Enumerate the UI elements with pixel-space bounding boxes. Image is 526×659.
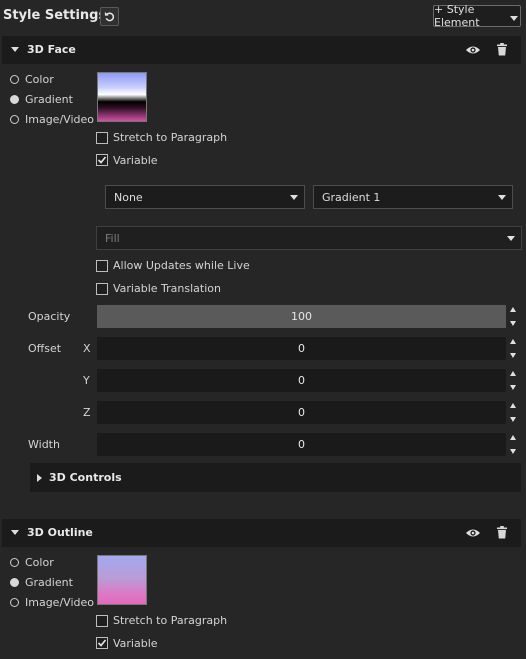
section-header-3d-outline[interactable]: 3D Outline — [2, 519, 521, 547]
offset-x-stepper[interactable] — [509, 337, 518, 360]
variable-checkbox[interactable] — [96, 154, 108, 166]
undo-icon — [104, 11, 115, 22]
select-placeholder: Fill — [105, 231, 120, 245]
stretch-to-paragraph-label: Stretch to Paragraph — [113, 614, 228, 627]
offset-z-field[interactable]: 0 — [97, 401, 506, 424]
checkmark-icon — [97, 156, 107, 164]
stretch-to-paragraph-checkbox[interactable] — [96, 615, 108, 627]
chevron-down-icon — [290, 195, 298, 200]
3d-controls-header[interactable]: 3D Controls — [30, 463, 521, 492]
variable-translation-checkbox[interactable] — [96, 283, 108, 295]
chevron-down-icon[interactable] — [510, 16, 518, 21]
eye-icon[interactable] — [465, 44, 481, 56]
offset-y-label: Y — [83, 374, 90, 387]
arrow-down-icon[interactable] — [510, 353, 516, 358]
arrow-up-icon[interactable] — [510, 371, 516, 376]
variable-checkbox[interactable] — [96, 637, 108, 649]
radio-label-color: Color — [25, 73, 54, 86]
select-value: None — [114, 190, 143, 204]
trash-icon[interactable] — [496, 43, 508, 56]
radio-color[interactable] — [10, 558, 19, 567]
radio-image-video[interactable] — [10, 115, 19, 124]
chevron-down-icon — [498, 195, 506, 200]
offset-z-stepper[interactable] — [509, 401, 518, 424]
chevron-right-icon[interactable] — [37, 474, 42, 482]
stretch-to-paragraph-label: Stretch to Paragraph — [113, 131, 228, 144]
variable-source-select[interactable]: None — [105, 185, 305, 209]
select-value: Gradient 1 — [322, 190, 381, 204]
radio-label-gradient: Gradient — [25, 93, 73, 106]
arrow-down-icon[interactable] — [510, 449, 516, 454]
radio-color[interactable] — [10, 75, 19, 84]
offset-x-label: X — [83, 342, 91, 355]
arrow-down-icon[interactable] — [510, 385, 516, 390]
opacity-slider[interactable]: 100 — [97, 305, 506, 328]
allow-updates-label: Allow Updates while Live — [113, 259, 250, 272]
section-header-3d-face[interactable]: 3D Face — [2, 36, 521, 64]
checkmark-icon — [97, 639, 107, 647]
radio-label-gradient: Gradient — [25, 576, 73, 589]
stretch-to-paragraph-checkbox[interactable] — [96, 132, 108, 144]
radio-label-image-video: Image/Video — [25, 113, 94, 126]
offset-label: Offset — [28, 342, 62, 355]
3d-controls-title: 3D Controls — [49, 471, 122, 484]
opacity-label: Opacity — [28, 310, 71, 323]
offset-y-stepper[interactable] — [509, 369, 518, 392]
arrow-up-icon[interactable] — [510, 339, 516, 344]
arrow-down-icon[interactable] — [510, 417, 516, 422]
offset-y-field[interactable]: 0 — [97, 369, 506, 392]
opacity-stepper[interactable] — [509, 305, 518, 328]
variable-label: Variable — [113, 637, 158, 650]
radio-gradient[interactable] — [10, 578, 19, 587]
offset-z-label: Z — [83, 406, 91, 419]
allow-updates-checkbox[interactable] — [96, 260, 108, 272]
chevron-down-icon[interactable] — [11, 530, 19, 535]
fill-select[interactable]: Fill — [96, 226, 522, 250]
gradient-swatch[interactable] — [97, 555, 147, 605]
panel-title: Style Settings — [3, 8, 107, 23]
trash-icon[interactable] — [496, 526, 508, 539]
arrow-up-icon[interactable] — [510, 403, 516, 408]
variable-label: Variable — [113, 154, 158, 167]
radio-gradient[interactable] — [10, 95, 19, 104]
chevron-down-icon[interactable] — [11, 47, 19, 52]
variable-translation-label: Variable Translation — [113, 282, 221, 295]
width-field[interactable]: 0 — [97, 433, 506, 456]
arrow-down-icon[interactable] — [510, 321, 516, 326]
add-style-element-button[interactable]: + Style Element — [433, 3, 521, 29]
gradient-select[interactable]: Gradient 1 — [313, 185, 513, 209]
section-title: 3D Outline — [27, 526, 93, 539]
arrow-up-icon[interactable] — [510, 307, 516, 312]
width-label: Width — [28, 438, 60, 451]
width-stepper[interactable] — [509, 433, 518, 456]
eye-icon[interactable] — [465, 527, 481, 539]
gradient-swatch[interactable] — [97, 72, 147, 122]
chevron-down-icon — [507, 236, 515, 241]
reset-button[interactable] — [100, 7, 119, 26]
radio-image-video[interactable] — [10, 598, 19, 607]
arrow-up-icon[interactable] — [510, 435, 516, 440]
offset-x-field[interactable]: 0 — [97, 337, 506, 360]
radio-label-image-video: Image/Video — [25, 596, 94, 609]
radio-label-color: Color — [25, 556, 54, 569]
section-title: 3D Face — [27, 43, 76, 56]
